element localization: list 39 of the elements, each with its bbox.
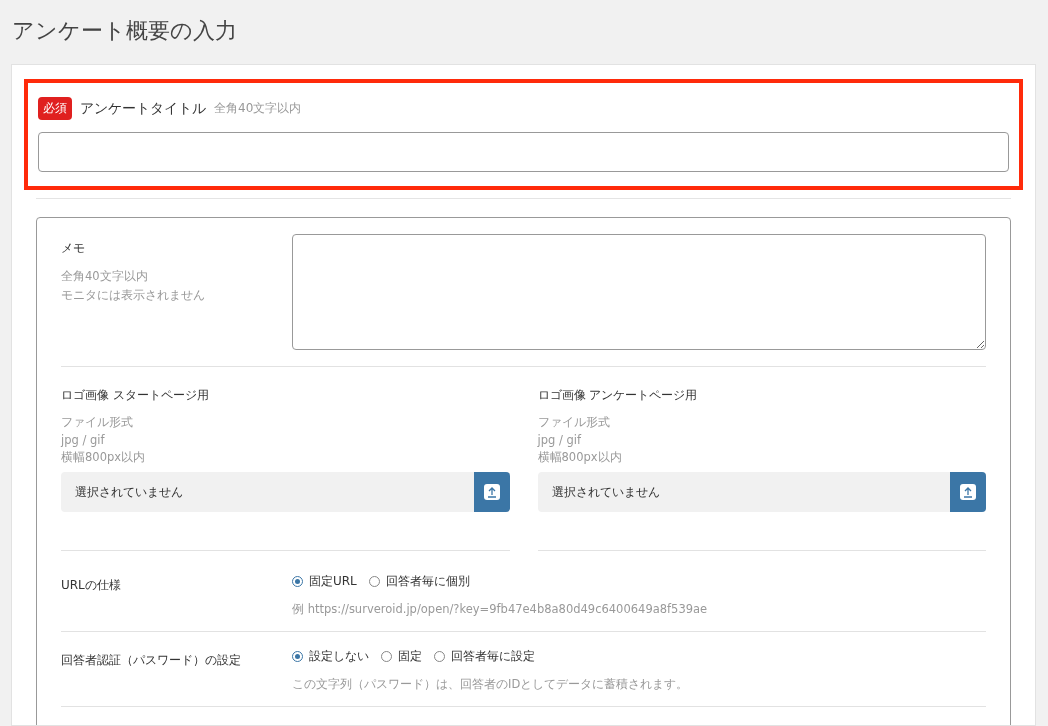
memo-field[interactable] — [292, 234, 986, 350]
page-title: アンケート概要の入力 — [11, 17, 238, 45]
field-hint: 横幅800px以内 — [61, 450, 147, 465]
radio-button[interactable] — [381, 651, 392, 662]
radio-button[interactable] — [434, 651, 445, 662]
radio-option[interactable]: 回答者毎に設定 — [434, 648, 535, 665]
upload-button[interactable] — [473, 472, 510, 512]
field-label: ロゴ画像 アンケートページ用 — [537, 387, 699, 404]
radio-option[interactable]: 固定 — [381, 648, 422, 665]
field-hint: ファイル形式 — [537, 415, 611, 430]
field-label: 回答者認証（パスワード）の設定 — [61, 652, 242, 669]
file-field[interactable]: 選択されていません — [61, 472, 510, 512]
radio-button[interactable] — [292, 576, 303, 587]
upload-icon — [960, 484, 976, 500]
upload-button[interactable] — [950, 472, 986, 512]
radio-button[interactable] — [368, 576, 380, 587]
field-label: URLの仕様 — [61, 577, 122, 594]
field-hint: 横幅800px以内 — [537, 450, 623, 465]
radio-option[interactable]: 設定しない — [292, 648, 369, 665]
radio-option[interactable]: 回答者毎に個別 — [368, 573, 470, 590]
field-note: 例 https://surveroid.jp/open/?key=9fb47e4b8a80d49c6400649a8f539ae — [292, 602, 708, 617]
file-field[interactable]: 選択されていません — [537, 472, 986, 512]
field-hint: jpg / gif — [537, 433, 583, 447]
field-hint: jpg / gif — [61, 433, 106, 447]
field-note: この文字列（パスワード）は、回答者のIDとしてデータに蓄積されます。 — [292, 677, 689, 692]
field-hint: ファイル形式 — [61, 415, 134, 430]
field-hint: 全角40文字以内 — [214, 100, 302, 117]
field-hint: モニタには表示されません — [61, 288, 206, 303]
field-label: アンケートタイトル — [80, 99, 206, 118]
field-label: ロゴ画像 スタートページ用 — [61, 387, 210, 404]
radio-option[interactable]: 固定URL — [292, 573, 357, 590]
radio-button[interactable] — [292, 651, 303, 662]
file-status: 選択されていません — [74, 483, 184, 501]
input-field[interactable] — [38, 132, 1009, 172]
required-badge: 必須 — [38, 97, 72, 120]
upload-icon — [483, 484, 500, 500]
field-label: メモ — [61, 240, 86, 257]
field-hint: 全角40文字以内 — [61, 269, 149, 284]
file-status: 選択されていません — [550, 483, 661, 501]
